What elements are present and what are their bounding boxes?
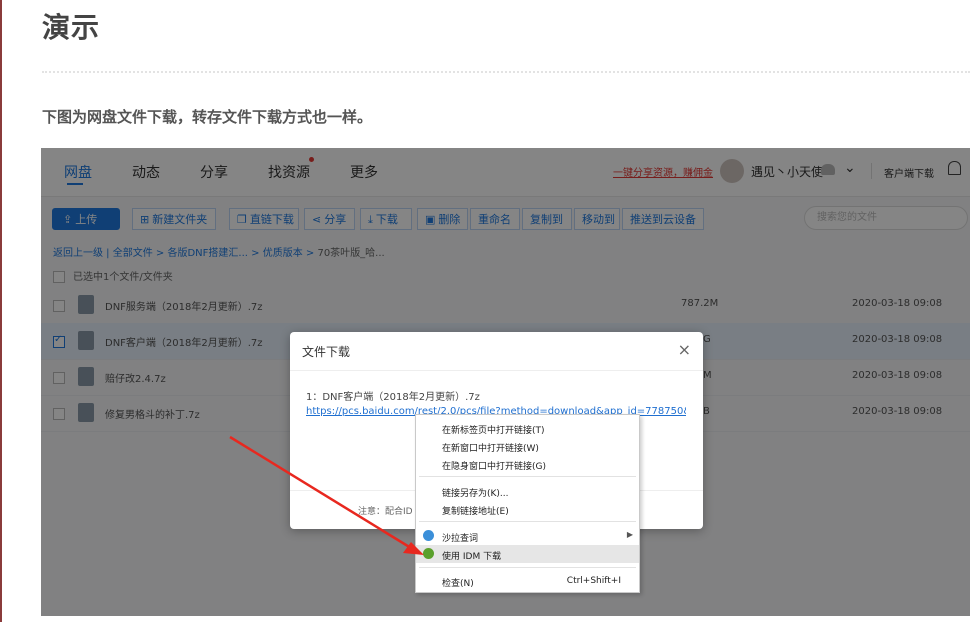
page-title: 演示 [42,11,101,44]
arrow-shaft [229,435,412,550]
screenshot-frame: 网盘 动态 分享 找资源 更多 一键分享资源，赚佣金 遇见丶小天使 ⌄ 客户端下… [41,148,970,616]
dotted-divider [42,71,970,73]
page-subtitle: 下图为网盘文件下载，转存文件下载方式也一样。 [42,108,373,126]
annotation-arrow [229,435,424,555]
left-accent-rule [0,0,2,622]
